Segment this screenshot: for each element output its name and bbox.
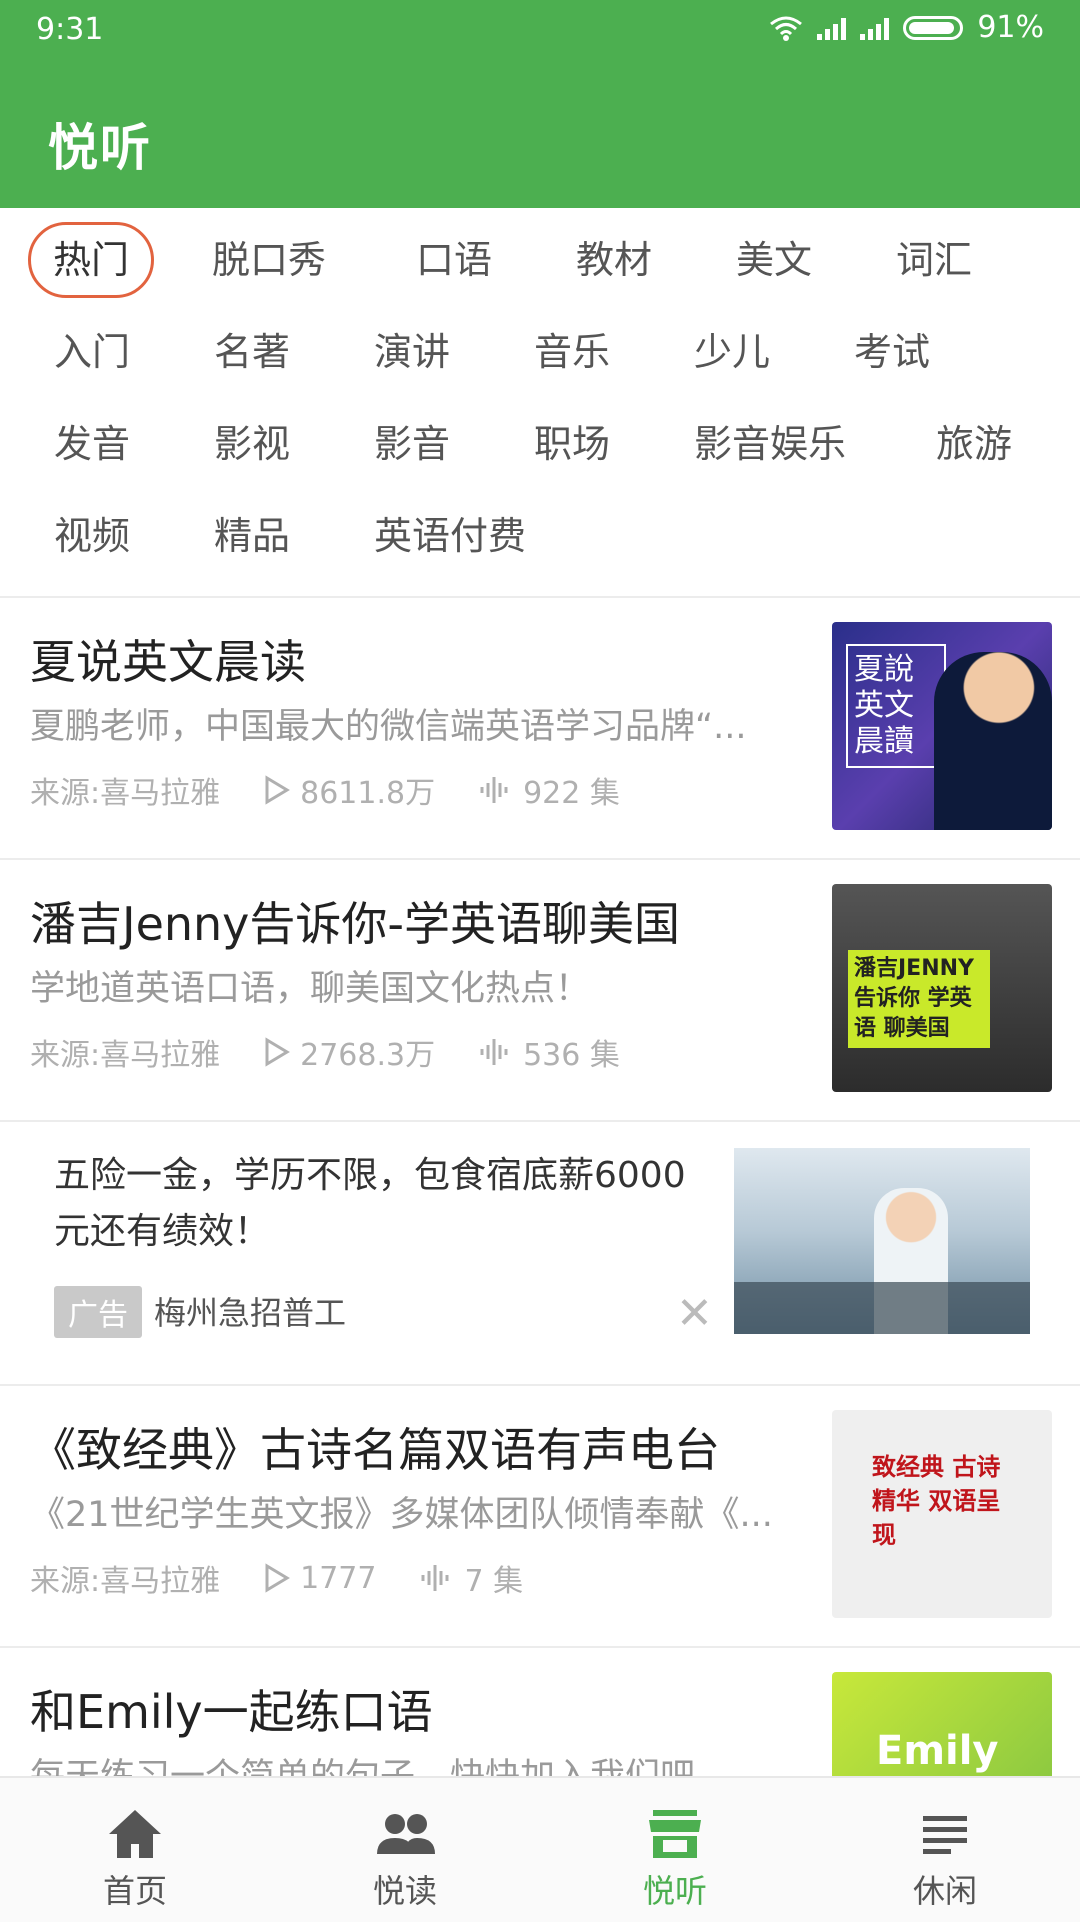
list-item[interactable]: 《致经典》古诗名篇双语有声电台 《21世纪学生英文报》多媒体团队倾情奉献《...… bbox=[0, 1386, 1080, 1646]
episode-count: 7 集 bbox=[464, 1564, 524, 1599]
ad-card[interactable]: 五险一金，学历不限，包食宿底薪6000元还有绩效！ 广告 梅州急招普工 ✕ bbox=[0, 1122, 1080, 1382]
item-title: 潘吉Jenny告诉你-学英语聊美国 bbox=[30, 897, 680, 951]
audio-wave-icon bbox=[480, 777, 508, 803]
episode-count: 922 集 bbox=[523, 776, 620, 811]
workbench bbox=[734, 1282, 1030, 1334]
audio-wave-icon bbox=[480, 1039, 508, 1065]
category-item[interactable]: 影视 bbox=[214, 406, 290, 482]
category-item[interactable]: 精品 bbox=[214, 498, 290, 574]
nav-label: 休闲 bbox=[912, 1872, 977, 1910]
category-item[interactable]: 名著 bbox=[214, 314, 290, 390]
status-time: 9:31 bbox=[36, 12, 104, 47]
list-item[interactable]: 潘吉Jenny告诉你-学英语聊美国 学地道英语口语，聊美国文化热点！ 来源:喜马… bbox=[0, 860, 1080, 1120]
status-bar: 9:31 91% bbox=[0, 0, 1080, 62]
play-count: 1777 bbox=[300, 1560, 377, 1596]
page-title: 悦听 bbox=[48, 119, 152, 177]
category-item[interactable]: 考试 bbox=[854, 314, 930, 390]
play-icon bbox=[265, 1037, 291, 1067]
category-item[interactable]: 职场 bbox=[534, 406, 610, 482]
battery-icon bbox=[903, 15, 964, 40]
nav-reading[interactable]: 悦读 bbox=[270, 1778, 540, 1922]
item-title: 和Emily一起练口语 bbox=[30, 1685, 433, 1739]
thumbnail-text: 夏說 英文 晨讀 bbox=[846, 644, 946, 768]
play-count: 2768.3万 bbox=[300, 1038, 436, 1073]
category-item[interactable]: 英语付费 bbox=[374, 498, 526, 574]
item-source: 来源:喜马拉雅 bbox=[30, 1038, 221, 1073]
item-description: 《21世纪学生英文报》多媒体团队倾情奉献《... bbox=[30, 1495, 773, 1535]
episode-count: 536 集 bbox=[523, 1038, 620, 1073]
ad-source: 梅州急招普工 bbox=[154, 1294, 347, 1332]
thumbnail-text: 潘吉JENNY 告诉你 学英语 聊美国 bbox=[848, 950, 990, 1048]
item-thumbnail: 夏說 英文 晨讀 bbox=[832, 622, 1052, 830]
item-thumbnail: Emily bbox=[832, 1672, 1052, 1776]
thumbnail-text: 致经典 古诗精华 双语呈现 bbox=[872, 1453, 1001, 1549]
category-item[interactable]: 口语 bbox=[416, 222, 492, 298]
store-icon bbox=[649, 1810, 701, 1858]
category-item[interactable]: 影音 bbox=[374, 406, 450, 482]
item-description: 学地道英语口语，聊美国文化热点！ bbox=[30, 969, 591, 1009]
play-icon bbox=[265, 775, 291, 805]
presenter-portrait bbox=[934, 652, 1052, 830]
category-item[interactable]: 旅游 bbox=[936, 406, 1012, 482]
close-icon[interactable]: ✕ bbox=[676, 1288, 713, 1339]
category-grid: 热门 脱口秀 口语 教材 美文 词汇 入门 名著 演讲 音乐 少儿 考试 发音 … bbox=[0, 208, 1080, 596]
audio-wave-icon bbox=[421, 1565, 449, 1591]
play-count: 8611.8万 bbox=[300, 776, 436, 811]
item-thumbnail: 致经典 古诗精华 双语呈现 bbox=[832, 1410, 1052, 1618]
wifi-icon bbox=[770, 16, 803, 41]
ad-text: 五险一金，学历不限，包食宿底薪6000元还有绩效！ bbox=[54, 1155, 686, 1252]
nav-home[interactable]: 首页 bbox=[0, 1778, 270, 1922]
list-icon bbox=[923, 1816, 967, 1854]
ad-tag: 广告 bbox=[54, 1286, 142, 1338]
thumbnail-text: Emily bbox=[876, 1728, 999, 1774]
category-item[interactable]: 演讲 bbox=[374, 314, 450, 390]
item-title: 夏说英文晨读 bbox=[30, 635, 306, 689]
item-source: 来源:喜马拉雅 bbox=[30, 776, 221, 811]
item-description: 夏鹏老师，中国最大的微信端英语学习品牌“... bbox=[30, 707, 747, 747]
category-item[interactable]: 脱口秀 bbox=[212, 222, 326, 298]
category-hot[interactable]: 热门 bbox=[28, 222, 155, 298]
item-description: 每天练习一个简单的句子，快快加入我们吧 bbox=[30, 1748, 800, 1776]
category-item[interactable]: 美文 bbox=[736, 222, 812, 298]
category-item[interactable]: 视频 bbox=[54, 498, 130, 574]
home-icon bbox=[109, 1810, 161, 1858]
item-title: 《致经典》古诗名篇双语有声电台 bbox=[30, 1423, 720, 1477]
ad-image bbox=[734, 1148, 1030, 1334]
item-source: 来源:喜马拉雅 bbox=[30, 1564, 221, 1599]
category-item[interactable]: 词汇 bbox=[896, 222, 972, 298]
nav-leisure[interactable]: 休闲 bbox=[810, 1778, 1080, 1922]
item-thumbnail: 潘吉JENNY 告诉你 学英语 聊美国 bbox=[832, 884, 1052, 1092]
category-item[interactable]: 发音 bbox=[54, 406, 130, 482]
nav-label: 悦听 bbox=[642, 1872, 707, 1910]
category-item[interactable]: 入门 bbox=[54, 314, 130, 390]
signal-icon-2 bbox=[860, 16, 890, 40]
category-item[interactable]: 少儿 bbox=[694, 314, 770, 390]
play-icon bbox=[265, 1563, 291, 1593]
category-item[interactable]: 影音娱乐 bbox=[694, 406, 846, 482]
bottom-navigation: 首页 悦读 悦听 休闲 bbox=[0, 1776, 1080, 1922]
nav-label: 首页 bbox=[102, 1872, 167, 1910]
battery-level: 91% bbox=[977, 10, 1044, 45]
category-item[interactable]: 教材 bbox=[576, 222, 652, 298]
list-item[interactable]: 夏说英文晨读 夏鹏老师，中国最大的微信端英语学习品牌“... 来源:喜马拉雅 8… bbox=[0, 598, 1080, 858]
nav-label: 悦读 bbox=[372, 1872, 437, 1910]
category-item[interactable]: 音乐 bbox=[534, 314, 610, 390]
list-item[interactable]: 和Emily一起练口语 每天练习一个简单的句子，快快加入我们吧 Emily bbox=[0, 1648, 1080, 1776]
people-icon bbox=[377, 1814, 435, 1854]
app-bar: 9:31 91% 悦听 bbox=[0, 0, 1080, 208]
signal-icon bbox=[817, 16, 847, 40]
nav-listening[interactable]: 悦听 bbox=[540, 1778, 810, 1922]
